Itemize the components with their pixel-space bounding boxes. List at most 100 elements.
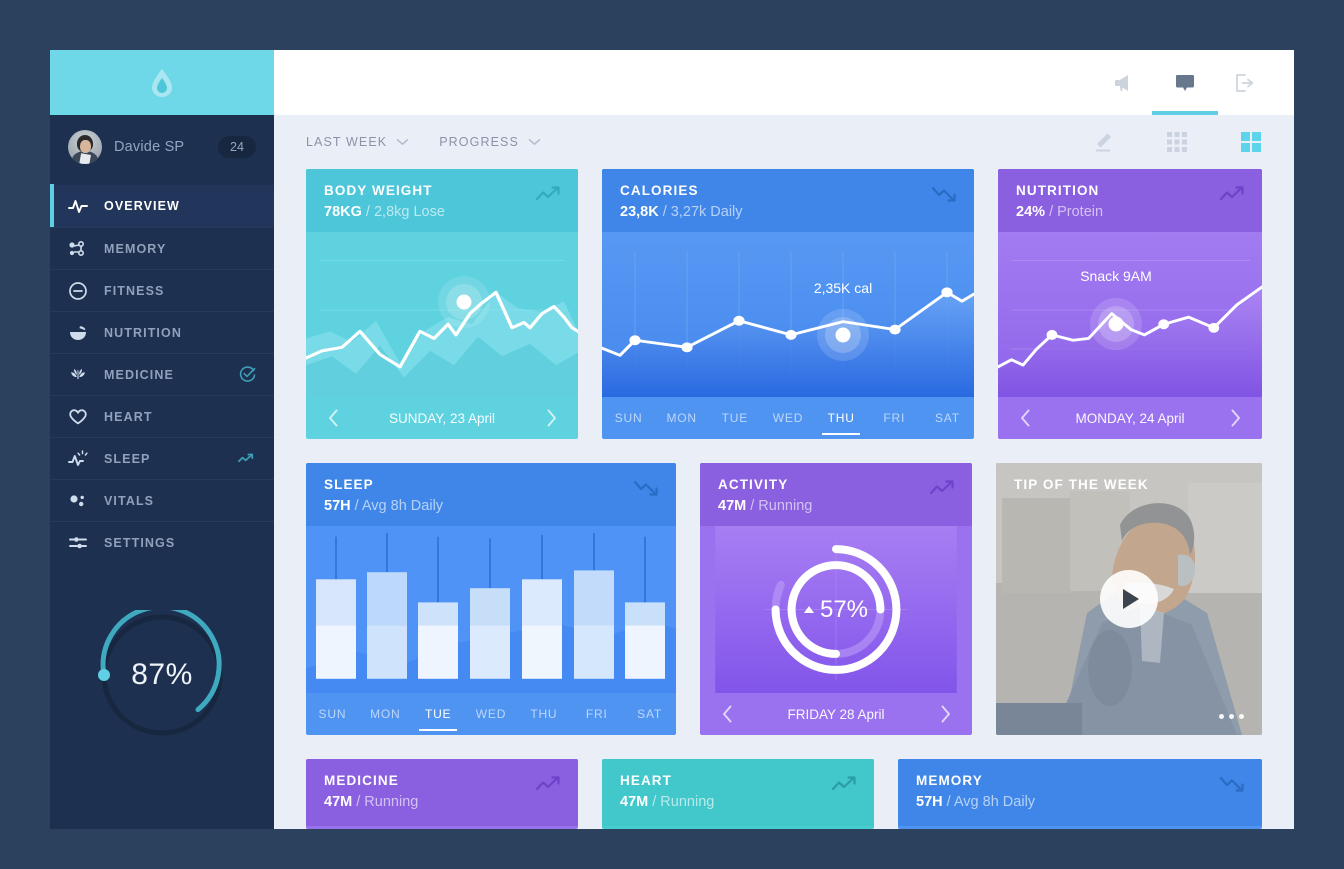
axis-day[interactable]: MON [359, 697, 412, 731]
card-header: HEART 47M / Running [602, 759, 874, 826]
card-value: 47M [718, 498, 747, 514]
grid-cards-icon[interactable] [1240, 131, 1262, 153]
sidebar-nav: OVERVIEW MEMORY FITNESS NUTRITION MEDICI… [50, 184, 274, 563]
card-subtitle: 47M / Running [718, 498, 954, 514]
axis-day[interactable]: FRI [570, 697, 623, 731]
sidebar-item-memory[interactable]: MEMORY [50, 227, 274, 269]
triangle-up-icon [803, 606, 814, 613]
card-sleep[interactable]: SLEEP 57H / Avg 8h Daily SUN MON TUE WED… [306, 463, 676, 735]
more-dots-icon[interactable] [1219, 714, 1244, 719]
cards-row-2: SLEEP 57H / Avg 8h Daily SUN MON TUE WED… [306, 463, 1262, 735]
app-logo[interactable] [50, 50, 274, 115]
card-title: SLEEP [324, 477, 374, 492]
card-subtitle: 47M / Running [620, 794, 856, 810]
card-unit: / Avg 8h Daily [354, 498, 444, 514]
card-medicine[interactable]: MEDICINE 47M / Running [306, 759, 578, 829]
sidebar-item-label: SLEEP [104, 451, 151, 466]
axis-day[interactable]: SAT [623, 697, 676, 731]
trend-down-icon [1219, 775, 1246, 795]
card-activity[interactable]: ACTIVITY 47M / Running 57% FRIDAY 28 Apr… [700, 463, 972, 735]
heart-icon [68, 407, 88, 427]
cards-row-3: MEDICINE 47M / Running HEART 47M / Runni… [306, 759, 1262, 829]
profile-name: Davide SP [114, 139, 185, 155]
axis-day[interactable]: TUE [708, 401, 761, 435]
card-header: MEMORY 57H / Avg 8h Daily [898, 759, 1262, 826]
sidebar-item-medicine[interactable]: MEDICINE [50, 353, 274, 395]
sidebar-item-vitals[interactable]: VITALS [50, 479, 274, 521]
card-header: CALORIES 23,8K / 3,27k Daily [602, 169, 974, 232]
axis-day[interactable]: MON [655, 401, 708, 435]
card-subtitle: 47M / Running [324, 794, 560, 810]
card-unit: / Running [750, 498, 813, 514]
user-profile[interactable]: Davide SP 24 [50, 115, 274, 179]
card-value: 57H [324, 498, 351, 514]
trend-down-icon [633, 479, 660, 499]
activity-rings: 57% [700, 526, 972, 693]
axis-day[interactable]: WED [465, 697, 518, 731]
sidebar-item-overview[interactable]: OVERVIEW [50, 184, 274, 227]
sidebar-item-label: SETTINGS [104, 535, 176, 550]
cards-grid: BODY WEIGHT 78KG / 2,8kg Lose SUNDAY, 23… [274, 169, 1294, 829]
card-heart[interactable]: HEART 47M / Running [602, 759, 874, 829]
card-body-weight[interactable]: BODY WEIGHT 78KG / 2,8kg Lose SUNDAY, 23… [306, 169, 578, 439]
progress-value: 87% [131, 658, 193, 691]
card-tip-of-the-week[interactable]: TIP OF THE WEEK [996, 463, 1262, 735]
card-chart [306, 526, 676, 693]
filter-last-week[interactable]: LAST WEEK [306, 135, 409, 149]
card-subtitle: 78KG / 2,8kg Lose [324, 204, 560, 220]
filter-progress[interactable]: PROGRESS [439, 135, 541, 149]
sidebar-item-settings[interactable]: SETTINGS [50, 521, 274, 563]
card-footer: MONDAY, 24 April [998, 397, 1262, 439]
chevron-left-icon[interactable] [1014, 407, 1036, 429]
chevron-right-icon[interactable] [540, 407, 562, 429]
megaphone-icon[interactable] [1112, 68, 1138, 98]
chevron-right-icon[interactable] [1224, 407, 1246, 429]
grid-list-icon[interactable] [1166, 131, 1188, 153]
chevron-left-icon[interactable] [322, 407, 344, 429]
sleep-axis: SUN MON TUE WED THU FRI SAT [306, 693, 676, 735]
edit-pencil-icon[interactable] [1092, 131, 1114, 153]
sidebar-item-sleep[interactable]: SLEEP [50, 437, 274, 479]
axis-day[interactable]: SUN [602, 401, 655, 435]
axis-day-selected[interactable]: THU [815, 401, 868, 435]
leaf-icon [68, 365, 88, 385]
card-header: BODY WEIGHT 78KG / 2,8kg Lose [306, 169, 578, 232]
play-icon[interactable] [1100, 570, 1158, 628]
trend-up-icon [1219, 185, 1246, 205]
dots-icon [68, 491, 88, 511]
chat-bubble-icon[interactable] [1152, 68, 1218, 115]
dashboard-window: Davide SP 24 OVERVIEW MEMORY FITNESS NUT… [50, 50, 1294, 829]
card-title: MEMORY [916, 773, 983, 788]
chevron-down-icon [528, 135, 541, 149]
trend-up-icon[interactable] [238, 450, 256, 468]
logout-icon[interactable] [1232, 68, 1258, 98]
card-subtitle: 57H / Avg 8h Daily [916, 794, 1244, 810]
card-subtitle: 23,8K / 3,27k Daily [620, 204, 956, 220]
axis-day[interactable]: SUN [306, 697, 359, 731]
sidebar-trail-icon [238, 408, 256, 426]
sidebar-item-nutrition[interactable]: NUTRITION [50, 311, 274, 353]
nutrition-point-label: Snack 9AM [1080, 268, 1152, 284]
card-nutrition[interactable]: NUTRITION 24% / Protein Snack 9AM MONDAY… [998, 169, 1262, 439]
chevron-right-icon[interactable] [934, 703, 956, 725]
card-calories[interactable]: CALORIES 23,8K / 3,27k Daily 2,35K cal S… [602, 169, 974, 439]
axis-day[interactable]: SAT [921, 401, 974, 435]
check-circle-icon[interactable] [238, 366, 256, 384]
card-unit: / Avg 8h Daily [946, 794, 1036, 810]
axis-day[interactable]: WED [761, 401, 814, 435]
axis-day-selected[interactable]: TUE [412, 697, 465, 731]
axis-day[interactable]: THU [517, 697, 570, 731]
card-footer: FRIDAY 28 April [700, 693, 972, 735]
sidebar-trail-icon [238, 282, 256, 300]
calories-axis: SUN MON TUE WED THU FRI SAT [602, 397, 974, 439]
chevron-left-icon[interactable] [716, 703, 738, 725]
axis-day[interactable]: FRI [868, 401, 921, 435]
card-title: NUTRITION [1016, 183, 1100, 198]
main-area: LAST WEEK PROGRESS BODY WEIGHT 78KG / 2,… [274, 50, 1294, 829]
card-memory[interactable]: MEMORY 57H / Avg 8h Daily [898, 759, 1262, 829]
sidebar-item-fitness[interactable]: FITNESS [50, 269, 274, 311]
sidebar-item-heart[interactable]: HEART [50, 395, 274, 437]
sliders-icon [68, 533, 88, 553]
card-chart: 2,35K cal [602, 232, 974, 397]
card-unit: / 3,27k Daily [662, 204, 743, 220]
